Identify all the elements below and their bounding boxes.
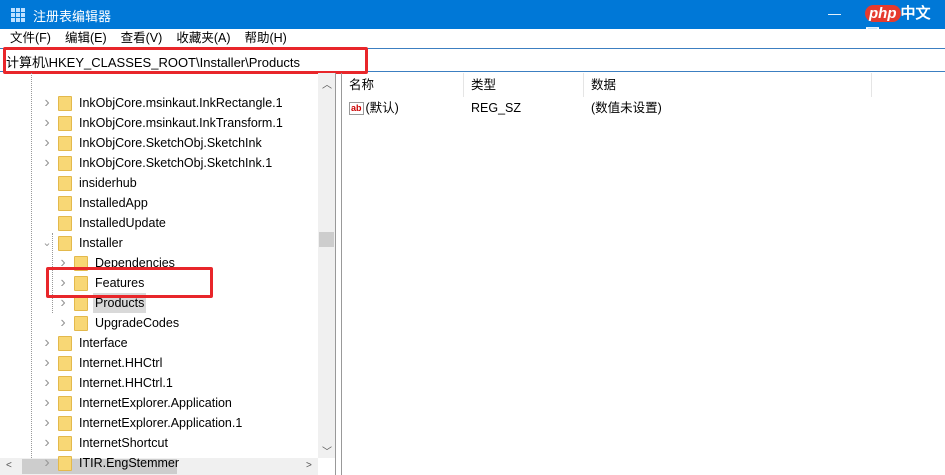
folder-icon: [58, 355, 72, 371]
folder-icon: [58, 215, 72, 231]
title-bar: 注册表编辑器 — php 中文网: [0, 0, 945, 43]
window-title: 注册表编辑器: [33, 9, 112, 24]
chevron-right-icon[interactable]: ›: [42, 353, 52, 373]
tree-item-label: insiderhub: [79, 176, 137, 190]
folder-icon: [58, 195, 72, 211]
tree-item[interactable]: › InternetShortcut: [42, 433, 170, 453]
value-data: (数值未设置): [591, 101, 662, 115]
tree-item-label: InkObjCore.msinkaut.InkTransform.1: [79, 116, 283, 130]
tree-item[interactable]: insiderhub: [42, 173, 139, 193]
tree-item[interactable]: InstalledApp: [42, 193, 150, 213]
tree-item-label: InternetShortcut: [79, 436, 168, 450]
folder-icon: [58, 135, 72, 151]
vertical-scrollbar[interactable]: ︿ ﹀: [318, 73, 335, 458]
column-data[interactable]: 数据: [584, 73, 872, 97]
tree-item[interactable]: › Internet.HHCtrl.1: [42, 373, 175, 393]
column-name[interactable]: 名称: [342, 73, 464, 97]
tree-item[interactable]: › InkObjCore.msinkaut.InkTransform.1: [42, 113, 285, 133]
folder-icon: [58, 415, 72, 431]
column-headers: 名称 类型 数据: [342, 73, 872, 97]
chevron-right-icon[interactable]: ›: [58, 313, 68, 333]
tree-item-label: UpgradeCodes: [95, 316, 180, 330]
scroll-up-icon[interactable]: ︿: [322, 76, 332, 91]
scroll-right-icon[interactable]: >: [306, 460, 312, 471]
folder-icon: [58, 435, 72, 451]
tree-item[interactable]: › UpgradeCodes: [58, 313, 181, 333]
highlight-box-products: [46, 267, 213, 298]
tree-item[interactable]: ⌄ Installer: [42, 233, 125, 253]
value-type: REG_SZ: [471, 101, 522, 115]
menu-file[interactable]: 文件(F): [10, 29, 51, 48]
chevron-down-icon[interactable]: ⌄: [42, 233, 52, 253]
chevron-right-icon[interactable]: ›: [42, 373, 52, 393]
folder-icon: [74, 315, 88, 331]
menu-help[interactable]: 帮助(H): [244, 29, 286, 48]
menu-edit[interactable]: 编辑(E): [65, 29, 107, 48]
tree-item-label: InkObjCore.SketchObj.SketchInk.1: [79, 156, 273, 170]
chevron-right-icon[interactable]: ›: [42, 413, 52, 433]
folder-icon: [58, 395, 72, 411]
tree-item[interactable]: › InternetExplorer.Application: [42, 393, 234, 413]
tree-item[interactable]: › InkObjCore.msinkaut.InkRectangle.1: [42, 93, 285, 113]
tree-item-label: InstalledUpdate: [79, 216, 166, 230]
tree-item-label: ITIR.EngStemmer: [79, 456, 180, 470]
string-value-icon: ab: [349, 102, 364, 115]
tree-item-label: InkObjCore.msinkaut.InkRectangle.1: [79, 96, 283, 110]
tree-item-label: Interface: [79, 336, 128, 350]
chevron-right-icon[interactable]: ›: [42, 393, 52, 413]
tree-item-label: InternetExplorer.Application: [79, 396, 232, 410]
minimize-button[interactable]: —: [828, 6, 841, 21]
folder-icon: [58, 175, 72, 191]
folder-icon: [58, 335, 72, 351]
value-name: (默认): [365, 101, 399, 115]
tree-item-label: InternetExplorer.Application.1: [79, 416, 243, 430]
tree-item-label: Internet.HHCtrl.1: [79, 376, 173, 390]
scroll-down-icon[interactable]: ﹀: [322, 443, 332, 458]
tree-item[interactable]: › Interface: [42, 333, 130, 353]
tree-item-label: InkObjCore.SketchObj.SketchInk: [79, 136, 262, 150]
tree-item-label: InstalledApp: [79, 196, 148, 210]
chevron-right-icon[interactable]: ›: [42, 333, 52, 353]
chevron-right-icon[interactable]: ›: [42, 113, 52, 133]
folder-icon: [58, 455, 72, 471]
chevron-right-icon[interactable]: ›: [42, 153, 52, 173]
values-pane: 名称 类型 数据 ab (默认) REG_SZ (数值未设置): [341, 73, 945, 475]
tree-item[interactable]: InstalledUpdate: [42, 213, 168, 233]
scroll-left-icon[interactable]: <: [6, 460, 12, 471]
menu-bar: 文件(F) 编辑(E) 查看(V) 收藏夹(A) 帮助(H): [0, 29, 945, 48]
highlight-box-address: [3, 47, 368, 74]
vertical-scroll-thumb[interactable]: [319, 232, 334, 247]
chevron-right-icon[interactable]: ›: [42, 133, 52, 153]
folder-icon: [58, 95, 72, 111]
folder-icon: [58, 115, 72, 131]
regedit-icon: [11, 8, 25, 22]
tree-item-label: Internet.HHCtrl: [79, 356, 163, 370]
chevron-right-icon[interactable]: ›: [42, 453, 52, 473]
tree-item[interactable]: › InternetExplorer.Application.1: [42, 413, 244, 433]
chevron-right-icon[interactable]: ›: [42, 433, 52, 453]
menu-view[interactable]: 查看(V): [121, 29, 163, 48]
chevron-right-icon[interactable]: ›: [42, 93, 52, 113]
tree-item-label: Installer: [79, 236, 123, 250]
folder-icon: [58, 235, 72, 251]
folder-icon: [58, 375, 72, 391]
tree-item[interactable]: › InkObjCore.SketchObj.SketchInk: [42, 133, 264, 153]
tree-guide-line: [31, 73, 32, 458]
tree-item[interactable]: › ITIR.EngStemmer: [42, 453, 181, 473]
tree-item[interactable]: › InkObjCore.SketchObj.SketchInk.1: [42, 153, 274, 173]
folder-icon: [58, 155, 72, 171]
tree-item[interactable]: › Internet.HHCtrl: [42, 353, 164, 373]
column-type[interactable]: 类型: [464, 73, 584, 97]
menu-favorites[interactable]: 收藏夹(A): [176, 29, 230, 48]
value-row[interactable]: ab (默认) REG_SZ (数值未设置): [342, 98, 662, 118]
